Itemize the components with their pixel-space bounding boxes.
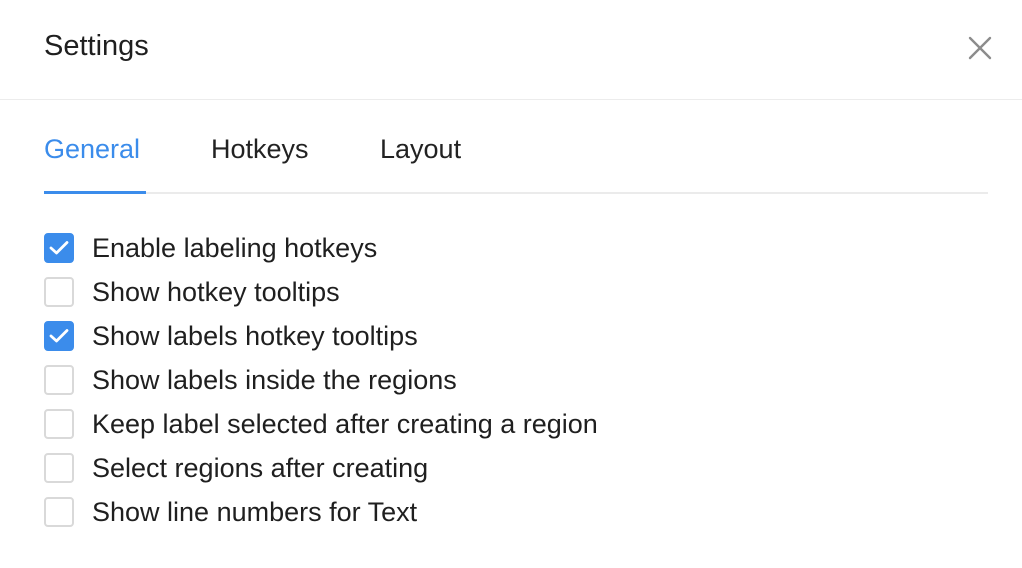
close-button[interactable] [962, 30, 998, 66]
option-keep-label-selected[interactable]: Keep label selected after creating a reg… [44, 402, 598, 446]
settings-tabs: General Hotkeys Layout [44, 122, 988, 194]
option-show-line-numbers[interactable]: Show line numbers for Text [44, 490, 598, 534]
option-label: Select regions after creating [92, 453, 429, 483]
option-select-regions-after-creating[interactable]: Select regions after creating [44, 446, 598, 490]
option-label: Show line numbers for Text [92, 497, 418, 527]
option-show-hotkey-tooltips[interactable]: Show hotkey tooltips [44, 270, 598, 314]
close-icon [968, 36, 992, 60]
option-label: Enable labeling hotkeys [92, 233, 378, 263]
option-label: Keep label selected after creating a reg… [92, 409, 598, 439]
general-options-list: Enable labeling hotkeys Show hotkey tool… [44, 226, 598, 534]
checkbox-enable-labeling-hotkeys[interactable] [44, 233, 74, 263]
checkmark-icon [49, 241, 69, 255]
checkbox-select-regions-after-creating[interactable] [44, 453, 74, 483]
tab-layout[interactable]: Layout [380, 132, 461, 166]
checkbox-show-labels-inside-regions[interactable] [44, 365, 74, 395]
option-show-labels-inside-regions[interactable]: Show labels inside the regions [44, 358, 598, 402]
option-enable-labeling-hotkeys[interactable]: Enable labeling hotkeys [44, 226, 598, 270]
option-label: Show labels inside the regions [92, 365, 457, 395]
checkbox-show-line-numbers[interactable] [44, 497, 74, 527]
checkbox-show-labels-hotkey-tooltips[interactable] [44, 321, 74, 351]
option-label: Show hotkey tooltips [92, 277, 340, 307]
checkmark-icon [49, 329, 69, 343]
dialog-title: Settings [44, 30, 149, 62]
checkbox-keep-label-selected[interactable] [44, 409, 74, 439]
active-tab-indicator [44, 191, 146, 194]
dialog-header: Settings [0, 0, 1022, 100]
settings-dialog: Settings General Hotkeys Layout Enable l… [0, 0, 1022, 568]
checkbox-show-hotkey-tooltips[interactable] [44, 277, 74, 307]
option-label: Show labels hotkey tooltips [92, 321, 418, 351]
option-show-labels-hotkey-tooltips[interactable]: Show labels hotkey tooltips [44, 314, 598, 358]
tab-hotkeys[interactable]: Hotkeys [211, 132, 309, 166]
tab-general[interactable]: General [44, 132, 140, 166]
